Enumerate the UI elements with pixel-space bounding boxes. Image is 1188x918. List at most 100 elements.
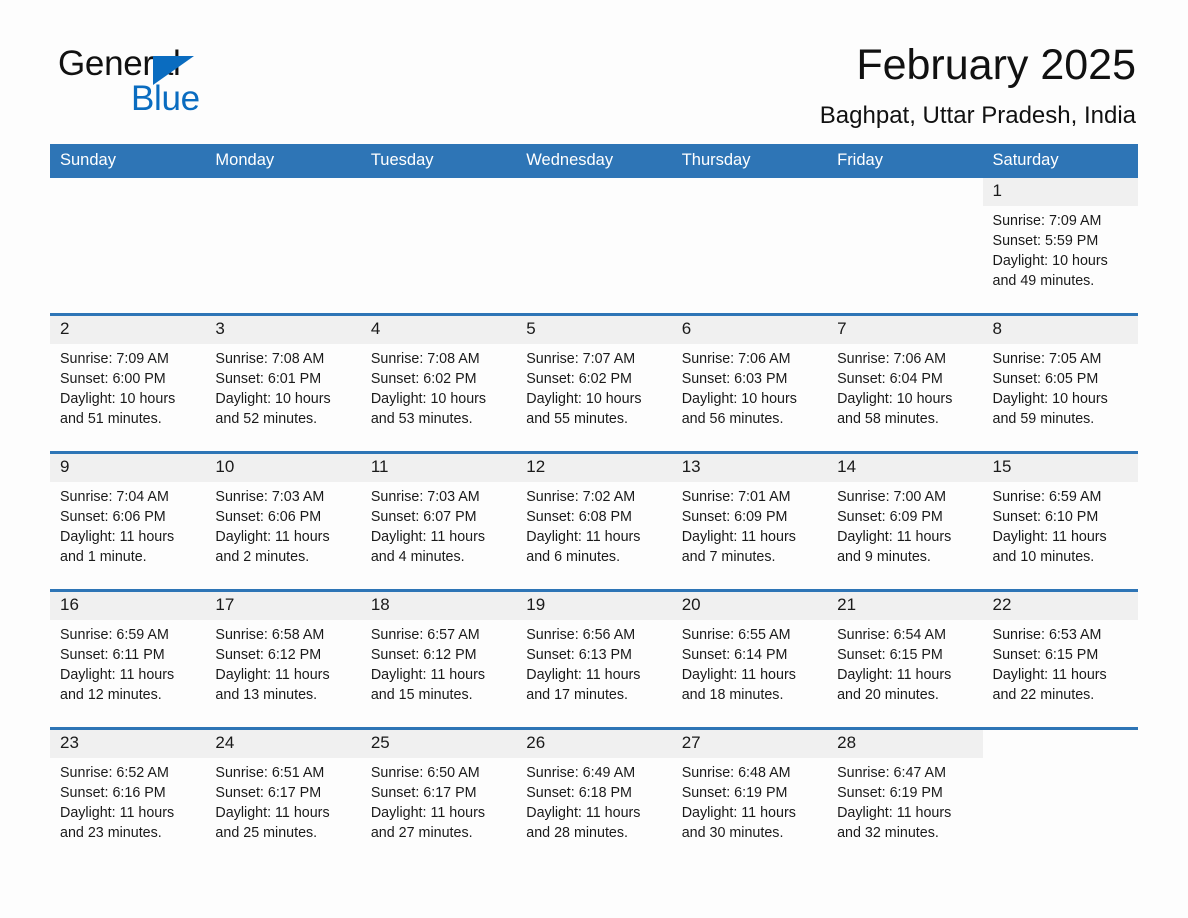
day-number: 28	[827, 729, 983, 758]
calendar-day-cell[interactable]: 18 Sunrise: 6:57 AM Sunset: 6:12 PM Dayligh…	[360, 588, 517, 729]
generalblue-logo[interactable]: General Blue	[50, 44, 250, 118]
daylight-text: Daylight: 11 hours and 32 minutes.	[837, 805, 952, 842]
calendar-day-cell[interactable]: 8 Sunrise: 7:05 AM Sunset: 6:05 PM Daylight…	[982, 312, 1138, 453]
calendar-day-cell[interactable]: 23 Sunrise: 6:52 AM Sunset: 6:16 PM Dayligh…	[50, 726, 206, 865]
sunrise-text: Sunrise: 7:05 AM	[992, 350, 1102, 367]
calendar-day-cell[interactable]: 28 Sunrise: 6:47 AM Sunset: 6:19 PM Dayligh…	[827, 726, 983, 865]
calendar-day-cell-empty	[827, 178, 982, 315]
sunset-text: Sunset: 6:19 PM	[837, 784, 943, 801]
day-cell-inner: 24 Sunrise: 6:51 AM Sunset: 6:17 PM Dayligh…	[205, 729, 361, 865]
sunset-text: Sunset: 6:12 PM	[215, 646, 322, 663]
day-number: 17	[205, 591, 361, 620]
day-details: Sunrise: 6:48 AM Sunset: 6:19 PM Daylight:…	[672, 758, 827, 844]
calendar-day-cell[interactable]: 3 Sunrise: 7:08 AM Sunset: 6:01 PM Daylight…	[205, 312, 361, 453]
sunrise-text: Sunrise: 6:55 AM	[681, 626, 791, 643]
sunrise-text: Sunrise: 7:08 AM	[370, 350, 480, 367]
day-details: Sunrise: 6:47 AM Sunset: 6:19 PM Daylight:…	[827, 758, 982, 844]
page-header: General Blue February 2025 Baghpat, Utta…	[50, 0, 1138, 130]
day-number: 11	[360, 453, 517, 482]
calendar-day-cell[interactable]: 10 Sunrise: 7:03 AM Sunset: 6:06 PM Dayligh…	[205, 450, 361, 591]
daylight-text: Daylight: 11 hours and 18 minutes.	[681, 667, 796, 704]
sunrise-text: Sunrise: 6:51 AM	[215, 764, 325, 781]
day-details: Sunrise: 7:06 AM Sunset: 6:04 PM Daylight:…	[827, 344, 982, 430]
sunrise-text: Sunrise: 7:08 AM	[215, 350, 325, 367]
day-number: 24	[205, 729, 361, 758]
day-number: 10	[205, 453, 361, 482]
calendar-day-cell[interactable]: 24 Sunrise: 6:51 AM Sunset: 6:17 PM Dayligh…	[205, 726, 361, 865]
sunset-text: Sunset: 6:02 PM	[370, 370, 477, 387]
calendar-day-cell[interactable]: 21 Sunrise: 6:54 AM Sunset: 6:15 PM Dayligh…	[827, 588, 983, 729]
calendar-day-cell-empty	[50, 178, 205, 315]
sunset-text: Sunset: 6:15 PM	[992, 646, 1099, 663]
daylight-text: Daylight: 11 hours and 30 minutes.	[681, 805, 796, 842]
sunrise-text: Sunrise: 7:09 AM	[992, 212, 1102, 229]
calendar-day-cell[interactable]: 5 Sunrise: 7:07 AM Sunset: 6:02 PM Daylight…	[516, 312, 672, 453]
calendar-day-cell[interactable]: 26 Sunrise: 6:49 AM Sunset: 6:18 PM Dayligh…	[516, 726, 672, 865]
day-number: 2	[50, 315, 206, 344]
sunset-text: Sunset: 6:09 PM	[837, 508, 943, 525]
day-number: 6	[671, 315, 828, 344]
weekday-header-wednesday: Wednesday	[516, 143, 672, 178]
day-details: Sunrise: 6:53 AM Sunset: 6:15 PM Daylight:…	[983, 620, 1138, 706]
day-cell-inner: 15 Sunrise: 6:59 AM Sunset: 6:10 PM Dayligh…	[982, 453, 1138, 589]
calendar-day-cell[interactable]: 7 Sunrise: 7:06 AM Sunset: 6:04 PM Daylight…	[827, 312, 983, 453]
daylight-text: Daylight: 10 hours and 52 minutes.	[215, 391, 331, 428]
day-cell-inner: 17 Sunrise: 6:58 AM Sunset: 6:12 PM Dayligh…	[205, 591, 361, 727]
day-number	[516, 178, 671, 206]
calendar-day-cell[interactable]: 19 Sunrise: 6:56 AM Sunset: 6:13 PM Dayligh…	[516, 588, 672, 729]
daylight-text: Daylight: 10 hours and 58 minutes.	[837, 391, 953, 428]
day-cell-inner: 26 Sunrise: 6:49 AM Sunset: 6:18 PM Dayligh…	[516, 729, 672, 865]
sunrise-text: Sunrise: 6:56 AM	[526, 626, 636, 643]
sunrise-text: Sunrise: 6:50 AM	[370, 764, 480, 781]
day-cell-inner: 14 Sunrise: 7:00 AM Sunset: 6:09 PM Dayligh…	[827, 453, 983, 589]
calendar-day-cell[interactable]: 25 Sunrise: 6:50 AM Sunset: 6:17 PM Dayligh…	[360, 726, 517, 865]
calendar-day-cell[interactable]: 4 Sunrise: 7:08 AM Sunset: 6:02 PM Daylight…	[360, 312, 517, 453]
day-details: Sunrise: 7:07 AM Sunset: 6:02 PM Daylight:…	[516, 344, 671, 430]
day-number: 21	[827, 591, 983, 620]
calendar-day-cell[interactable]: 20 Sunrise: 6:55 AM Sunset: 6:14 PM Dayligh…	[671, 588, 828, 729]
sunset-text: Sunset: 6:19 PM	[681, 784, 788, 801]
calendar-day-cell[interactable]: 9 Sunrise: 7:04 AM Sunset: 6:06 PM Daylight…	[50, 450, 206, 591]
calendar-day-cell[interactable]: 15 Sunrise: 6:59 AM Sunset: 6:10 PM Dayligh…	[982, 450, 1138, 591]
sunset-text: Sunset: 6:03 PM	[681, 370, 788, 387]
weekday-header-friday: Friday	[827, 143, 983, 178]
sunset-text: Sunset: 6:02 PM	[526, 370, 632, 387]
daylight-text: Daylight: 11 hours and 28 minutes.	[526, 805, 641, 842]
sunset-text: Sunset: 6:08 PM	[526, 508, 632, 525]
calendar-day-cell[interactable]: 12 Sunrise: 7:02 AM Sunset: 6:08 PM Dayligh…	[516, 450, 672, 591]
day-cell-inner: 7 Sunrise: 7:06 AM Sunset: 6:04 PM Daylight…	[827, 315, 983, 451]
calendar-week-row: 23 Sunrise: 6:52 AM Sunset: 6:16 PM Dayligh…	[50, 726, 1138, 865]
calendar-day-cell[interactable]: 1 Sunrise: 7:09 AM Sunset: 5:59 PM Daylight…	[982, 177, 1138, 315]
calendar-day-cell[interactable]: 16 Sunrise: 6:59 AM Sunset: 6:11 PM Dayligh…	[50, 588, 206, 729]
page-title: February 2025	[856, 41, 1136, 89]
calendar-day-cell[interactable]: 2 Sunrise: 7:09 AM Sunset: 6:00 PM Daylight…	[50, 312, 206, 453]
day-cell-inner: 18 Sunrise: 6:57 AM Sunset: 6:12 PM Dayligh…	[360, 591, 517, 727]
weekday-header-thursday: Thursday	[671, 143, 828, 178]
sunrise-text: Sunrise: 6:59 AM	[60, 626, 169, 643]
calendar-day-cell[interactable]: 13 Sunrise: 7:01 AM Sunset: 6:09 PM Dayligh…	[671, 450, 828, 591]
day-cell-inner: 22 Sunrise: 6:53 AM Sunset: 6:15 PM Dayligh…	[982, 591, 1138, 727]
day-cell-inner: 16 Sunrise: 6:59 AM Sunset: 6:11 PM Dayligh…	[50, 591, 206, 727]
sunrise-text: Sunrise: 7:03 AM	[215, 488, 325, 505]
day-details: Sunrise: 7:08 AM Sunset: 6:01 PM Daylight:…	[205, 344, 360, 430]
daylight-text: Daylight: 11 hours and 12 minutes.	[60, 667, 175, 704]
day-number: 20	[671, 591, 828, 620]
calendar-day-cell[interactable]: 27 Sunrise: 6:48 AM Sunset: 6:19 PM Dayligh…	[671, 726, 828, 865]
calendar-day-cell[interactable]: 17 Sunrise: 6:58 AM Sunset: 6:12 PM Dayligh…	[205, 588, 361, 729]
calendar-day-cell[interactable]: 11 Sunrise: 7:03 AM Sunset: 6:07 PM Dayligh…	[360, 450, 517, 591]
calendar-day-cell[interactable]: 22 Sunrise: 6:53 AM Sunset: 6:15 PM Dayligh…	[982, 588, 1138, 729]
calendar-day-cell[interactable]: 14 Sunrise: 7:00 AM Sunset: 6:09 PM Dayligh…	[827, 450, 983, 591]
sunset-text: Sunset: 6:14 PM	[681, 646, 788, 663]
sunrise-text: Sunrise: 7:09 AM	[60, 350, 169, 367]
sunrise-text: Sunrise: 7:06 AM	[681, 350, 791, 367]
day-cell-inner: 28 Sunrise: 6:47 AM Sunset: 6:19 PM Dayligh…	[827, 729, 983, 865]
daylight-text: Daylight: 11 hours and 2 minutes.	[215, 529, 330, 566]
day-details: Sunrise: 6:50 AM Sunset: 6:17 PM Daylight:…	[361, 758, 516, 844]
daylight-text: Daylight: 10 hours and 55 minutes.	[526, 391, 642, 428]
day-cell-inner	[50, 178, 205, 313]
daylight-text: Daylight: 11 hours and 22 minutes.	[992, 667, 1107, 704]
daylight-text: Daylight: 11 hours and 15 minutes.	[370, 667, 486, 704]
daylight-text: Daylight: 11 hours and 7 minutes.	[681, 529, 796, 566]
day-number: 15	[982, 453, 1138, 482]
calendar-day-cell[interactable]: 6 Sunrise: 7:06 AM Sunset: 6:03 PM Daylight…	[671, 312, 828, 453]
